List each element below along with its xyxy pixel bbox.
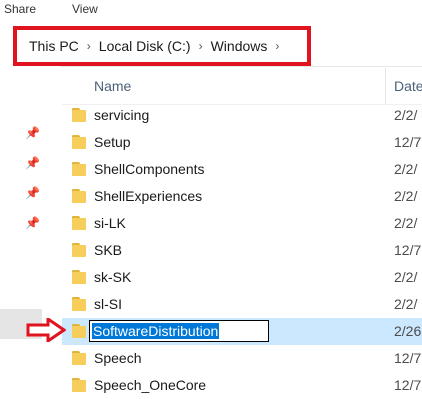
- folder-icon: [72, 108, 86, 122]
- date-modified: 12/7: [394, 134, 422, 150]
- folder-name: Setup: [94, 134, 131, 150]
- pin-icon[interactable]: 📌: [25, 126, 40, 140]
- rename-input[interactable]: SoftwareDistribution: [89, 320, 269, 342]
- folder-name: Speech: [94, 350, 142, 366]
- list-item[interactable]: sl-SI 2/2/: [62, 291, 422, 318]
- date-modified: 2/2/: [394, 269, 418, 285]
- folder-icon: [72, 243, 86, 257]
- date-modified: 2/2/: [394, 215, 418, 231]
- list-item[interactable]: sk-SK 2/2/: [62, 264, 422, 291]
- date-modified: 2/2/: [394, 107, 418, 123]
- folder-name: sl-SI: [94, 296, 122, 312]
- rename-selected-text: SoftwareDistribution: [92, 323, 220, 339]
- pin-icon[interactable]: 📌: [25, 156, 40, 170]
- column-header-date[interactable]: Date: [394, 78, 422, 94]
- date-modified: 2/2/: [394, 296, 418, 312]
- list-item[interactable]: si-LK 2/2/: [62, 210, 422, 237]
- folder-name: ShellComponents: [94, 161, 205, 177]
- tab-view[interactable]: View: [72, 2, 98, 16]
- date-modified: 2/2/: [394, 188, 418, 204]
- folder-icon: [72, 378, 86, 392]
- pin-icon[interactable]: 📌: [25, 216, 40, 230]
- folder-name: ShellExperiences: [94, 188, 203, 204]
- folder-icon: [72, 324, 86, 338]
- date-modified: 2/26: [394, 323, 422, 339]
- ribbon-tabs: Share View: [0, 0, 422, 20]
- folder-icon: [72, 351, 86, 365]
- folder-icon: [72, 297, 86, 311]
- folder-name: SKB: [94, 242, 123, 258]
- date-modified: 12/7: [394, 350, 422, 366]
- folder-name: sk-SK: [94, 269, 132, 285]
- folder-icon: [72, 162, 86, 176]
- list-item[interactable]: servicing 2/2/: [62, 102, 422, 129]
- folder-icon: [72, 135, 86, 149]
- list-item[interactable]: SoftwareDistribution 2/26: [62, 318, 422, 345]
- highlight-box: [13, 26, 311, 66]
- column-header-name[interactable]: Name: [94, 78, 131, 94]
- folder-name: si-LK: [94, 215, 126, 231]
- list-item[interactable]: Setup 12/7: [62, 129, 422, 156]
- list-item[interactable]: Speech 12/7: [62, 345, 422, 372]
- date-modified: 2/2/: [394, 161, 418, 177]
- folder-icon: [72, 216, 86, 230]
- list-item[interactable]: SKB 12/7: [62, 237, 422, 264]
- tab-share[interactable]: Share: [4, 2, 36, 16]
- list-item[interactable]: Speech_OneCore 12/7: [62, 372, 422, 399]
- red-arrow-icon: [26, 318, 66, 342]
- pin-icon[interactable]: 📌: [25, 186, 40, 200]
- folder-name: servicing: [94, 107, 150, 123]
- column-divider[interactable]: [385, 68, 386, 104]
- date-modified: 12/7: [394, 242, 422, 258]
- column-header: Name Date: [62, 68, 422, 105]
- list-item[interactable]: ShellComponents 2/2/: [62, 156, 422, 183]
- list-item[interactable]: ShellExperiences 2/2/: [62, 183, 422, 210]
- date-modified: 12/7: [394, 377, 422, 393]
- folder-icon: [72, 270, 86, 284]
- folder-icon: [72, 189, 86, 203]
- folder-name: Speech_OneCore: [94, 377, 207, 393]
